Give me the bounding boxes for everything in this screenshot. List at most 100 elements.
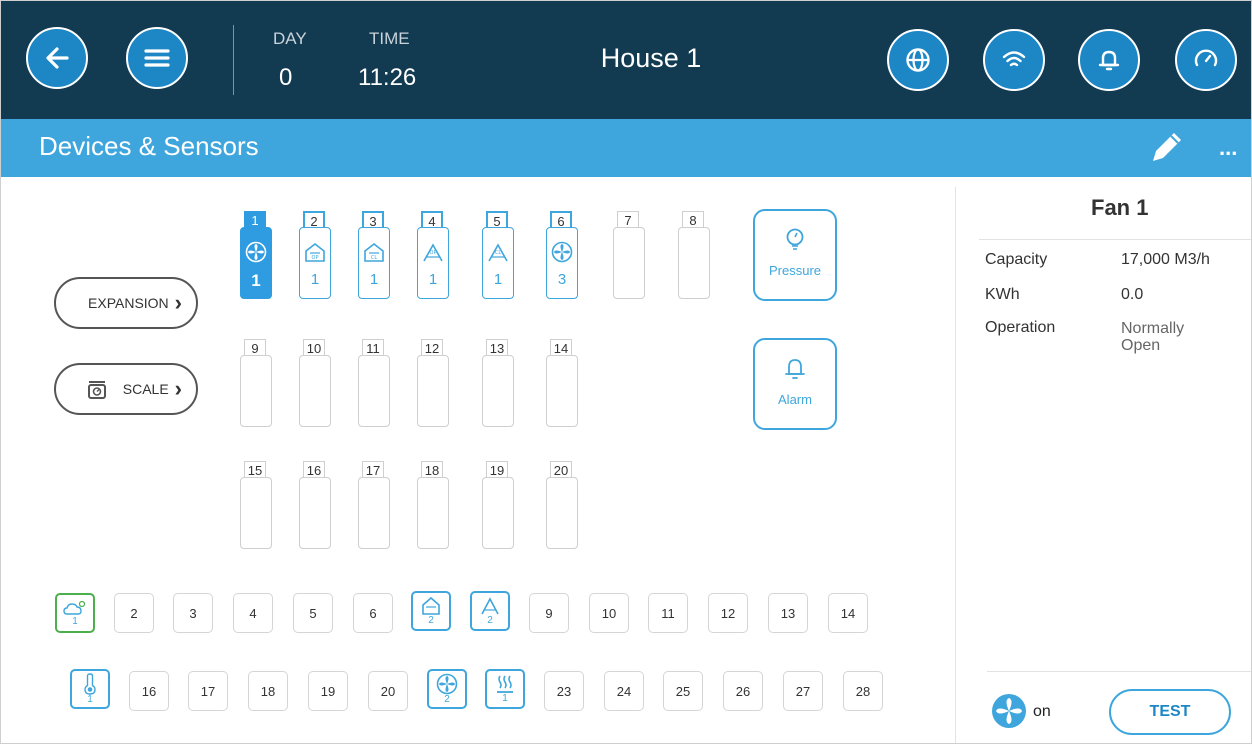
relay-body <box>299 477 331 549</box>
relay-slot-20[interactable]: 20 <box>546 461 578 549</box>
relay-body <box>546 227 578 299</box>
relay-slot-17[interactable]: 17 <box>358 461 390 549</box>
relay-slot-15[interactable]: 15 <box>240 461 272 549</box>
back-button[interactable] <box>26 27 88 89</box>
relay-body <box>417 477 449 549</box>
relay-body <box>546 355 578 427</box>
test-button[interactable]: TEST <box>1109 689 1231 735</box>
back-icon <box>46 47 69 69</box>
input-slot[interactable]: 19 <box>308 671 348 711</box>
relay-slot-16[interactable]: 16 <box>299 461 331 549</box>
device-title: Fan 1 <box>1091 195 1149 220</box>
scale-button[interactable]: SCALE › <box>54 363 198 415</box>
relay-slot-13[interactable]: 13 <box>482 339 514 427</box>
expansion-button[interactable]: EXPANSION › <box>54 277 198 329</box>
language-button[interactable] <box>887 29 949 91</box>
edit-button[interactable] <box>1147 127 1187 172</box>
input-slot[interactable]: 11 <box>648 593 688 633</box>
input-slot[interactable]: 6 <box>353 593 393 633</box>
relay-slot-8[interactable]: 8 <box>678 211 710 299</box>
relay-body <box>240 477 272 549</box>
app-window: DAY 0 TIME 11:26 House 1 Devices & Senso… <box>0 0 1252 744</box>
pressure-card[interactable]: Pressure <box>753 209 837 301</box>
bell-icon <box>785 359 805 379</box>
input-slot[interactable]: 18 <box>248 671 288 711</box>
network-button[interactable] <box>983 29 1045 91</box>
fan-icon <box>992 694 1026 728</box>
input-slot[interactable]: 28 <box>843 671 883 711</box>
input-slot[interactable]: 4 <box>233 593 273 633</box>
relay-slot-18[interactable]: 18 <box>417 461 449 549</box>
pressure-label: Pressure <box>768 263 822 278</box>
relay-slot-2[interactable]: 2 OP 1 <box>299 211 331 299</box>
input-slot[interactable]: 5 <box>293 593 333 633</box>
dashboard-button[interactable] <box>1175 29 1237 91</box>
input-slot[interactable]: 26 <box>723 671 763 711</box>
relay-sub: 1 <box>493 271 503 288</box>
operation-value: Normally Open <box>1121 320 1185 354</box>
day-value: 0 <box>279 64 293 91</box>
relay-body <box>358 477 390 549</box>
input-slot[interactable]: 2 <box>411 591 451 631</box>
relay-body <box>358 227 390 299</box>
relay-slot-4[interactable]: 4 OP 1 <box>417 211 449 299</box>
svg-text:CL: CL <box>495 250 501 256</box>
title-bar: Devices & Sensors ... <box>1 119 1251 177</box>
more-button[interactable]: ... <box>1219 135 1237 161</box>
input-slot[interactable]: 14 <box>828 593 868 633</box>
inlet-open-icon: OP <box>305 242 325 262</box>
alarm-card[interactable]: Alarm <box>753 338 837 430</box>
input-slot[interactable]: 27 <box>783 671 823 711</box>
input-slot[interactable]: 17 <box>188 671 228 711</box>
relay-slot-11[interactable]: 11 <box>358 339 390 427</box>
input-slot[interactable]: 9 <box>529 593 569 633</box>
alarms-button[interactable] <box>1078 29 1140 91</box>
input-slot[interactable]: 1 <box>485 669 525 709</box>
menu-button[interactable] <box>126 27 188 89</box>
gauge-icon <box>1194 49 1218 67</box>
detail-divider <box>979 239 1251 240</box>
relay-slot-10[interactable]: 10 <box>299 339 331 427</box>
input-slot[interactable]: 20 <box>368 671 408 711</box>
expansion-label: EXPANSION <box>88 295 169 311</box>
capacity-label: Capacity <box>985 251 1048 268</box>
relay-slot-1[interactable]: 1 1 <box>240 211 272 299</box>
tunnel-close-icon: CL <box>488 243 508 262</box>
input-slot[interactable]: 10 <box>589 593 629 633</box>
relay-slot-14[interactable]: 14 <box>546 339 578 427</box>
time-label: TIME <box>369 29 410 48</box>
input-slot[interactable]: 2 <box>114 593 154 633</box>
relay-slot-12[interactable]: 12 <box>417 339 449 427</box>
bell-icon <box>1098 50 1120 71</box>
relay-sub: 3 <box>557 271 567 288</box>
input-slot[interactable]: 23 <box>544 671 584 711</box>
relay-body <box>299 355 331 427</box>
input-slot[interactable]: 3 <box>173 593 213 633</box>
relay-slot-7[interactable]: 7 <box>613 211 645 299</box>
input-slot[interactable]: 1 <box>55 593 95 633</box>
relay-slot-19[interactable]: 19 <box>482 461 514 549</box>
operation-label: Operation <box>985 319 1056 336</box>
input-slot[interactable]: 2 <box>470 591 510 631</box>
menu-icon <box>144 49 170 67</box>
globe-icon <box>906 48 930 72</box>
scale-label: SCALE <box>122 381 169 397</box>
input-slot[interactable]: 1 <box>70 669 110 709</box>
input-slot[interactable]: 16 <box>129 671 169 711</box>
relay-body <box>240 355 272 427</box>
svg-text:CL: CL <box>371 255 377 261</box>
input-slot[interactable]: 13 <box>768 593 808 633</box>
time-value: 11:26 <box>358 64 417 91</box>
input-slot[interactable]: 12 <box>708 593 748 633</box>
input-slot[interactable]: 25 <box>663 671 703 711</box>
page-title: Devices & Sensors <box>39 131 259 161</box>
wifi-icon <box>1002 51 1026 67</box>
input-slot[interactable]: 24 <box>604 671 644 711</box>
relay-slot-6[interactable]: 6 3 <box>546 211 578 299</box>
kwh-value: 0.0 <box>1121 286 1144 303</box>
relay-slot-5[interactable]: 5 CL 1 <box>482 211 514 299</box>
relay-slot-9[interactable]: 9 <box>240 339 272 427</box>
relay-slot-3[interactable]: 3 CL 1 <box>358 211 390 299</box>
relay-body <box>678 227 710 299</box>
input-slot[interactable]: 2 <box>427 669 467 709</box>
